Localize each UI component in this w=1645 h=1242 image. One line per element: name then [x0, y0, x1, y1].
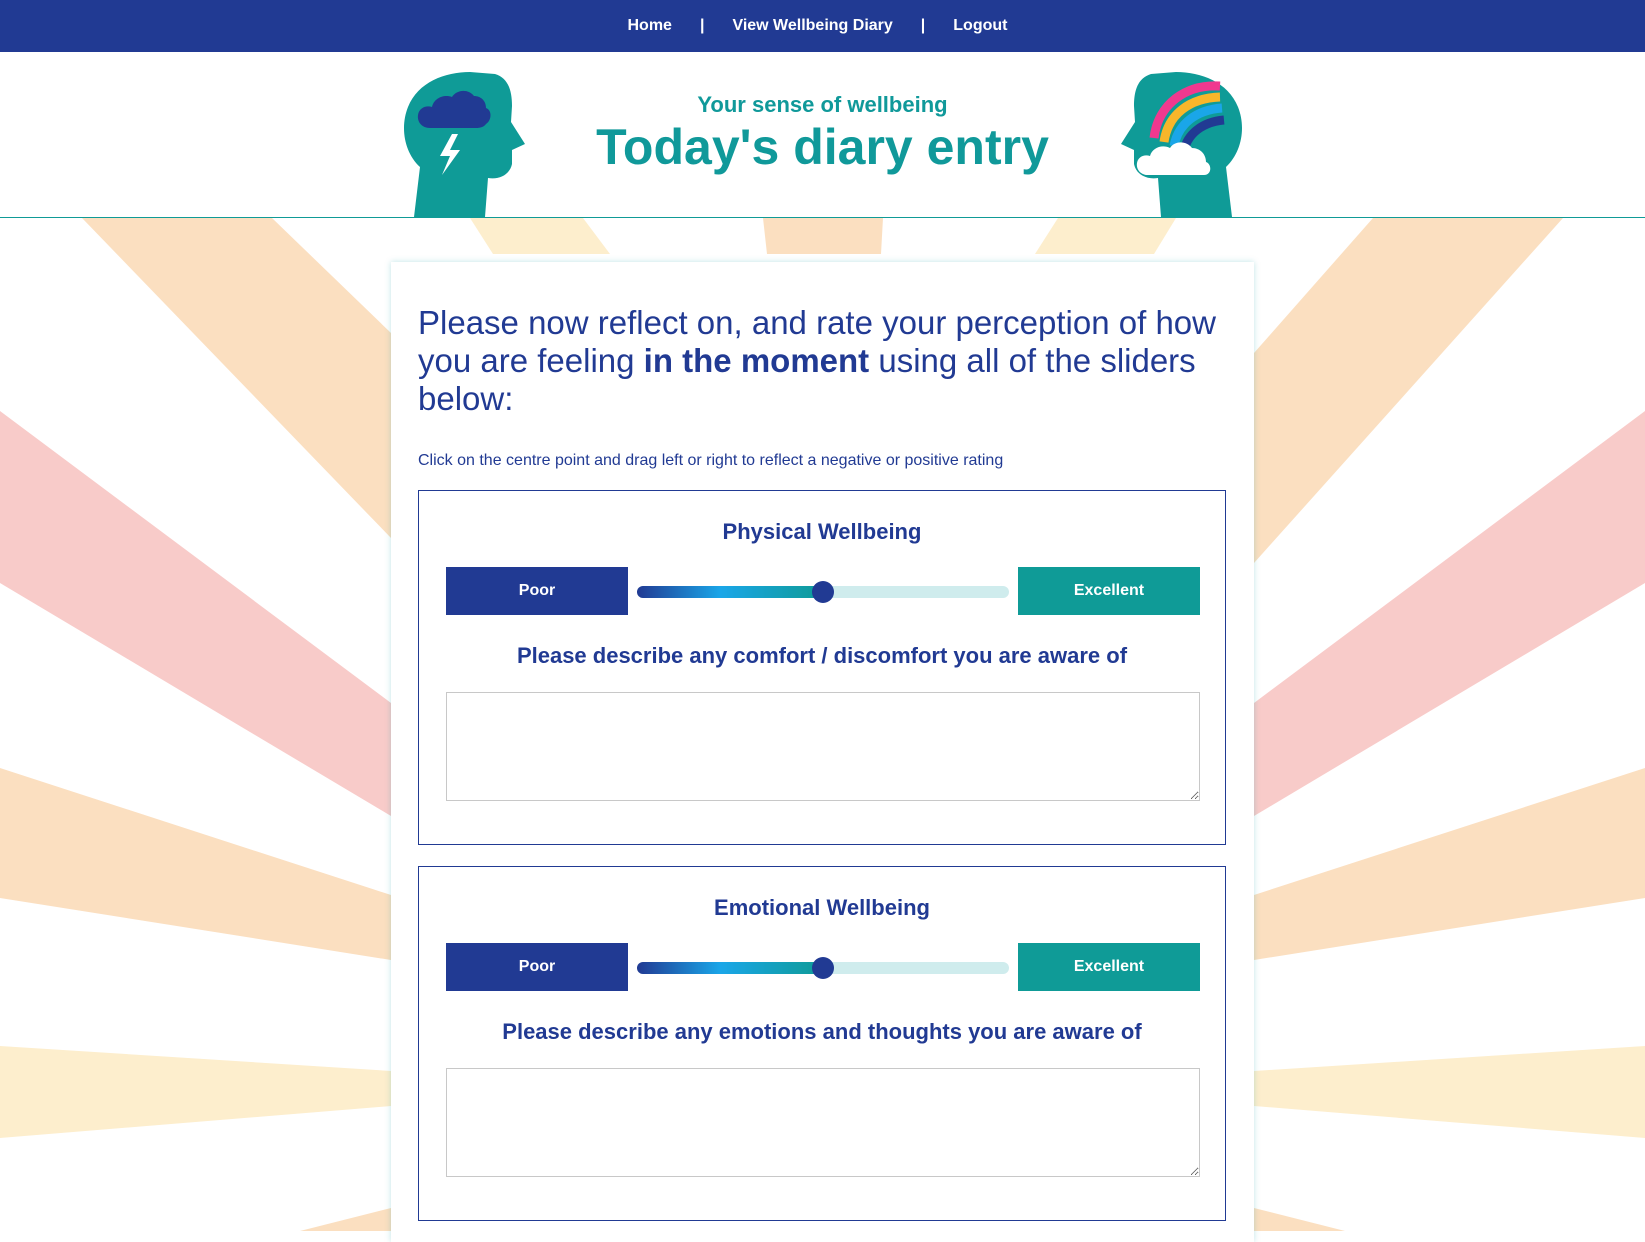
page-title: Today's diary entry [596, 119, 1049, 175]
slider-thumb[interactable] [812, 581, 834, 603]
emotional-wellbeing-section: Emotional Wellbeing Poor Excellent Pleas… [418, 866, 1226, 1221]
slider-fill [637, 586, 823, 598]
nav-separator: | [920, 17, 926, 34]
poor-button[interactable]: Poor [446, 943, 628, 991]
section-question: Please describe any emotions and thought… [502, 1019, 1142, 1044]
section-question: Please describe any comfort / discomfort… [516, 643, 1128, 668]
head-rainbow-icon [1121, 72, 1242, 217]
comfort-description-field[interactable] [446, 692, 1200, 801]
nav-separator: | [699, 17, 705, 34]
poor-button[interactable]: Poor [446, 567, 628, 615]
page-subtitle: Your sense of wellbeing [697, 92, 948, 117]
physical-wellbeing-slider[interactable] [637, 581, 1009, 603]
intro-text: Please now reflect on, and rate your per… [418, 304, 1218, 418]
slider-thumb[interactable] [812, 957, 834, 979]
emotional-wellbeing-slider[interactable] [637, 957, 1009, 979]
diary-entry-card: Please now reflect on, and rate your per… [391, 262, 1254, 1242]
intro-text-emphasis: in the moment [643, 342, 870, 379]
section-title: Emotional Wellbeing [714, 895, 930, 920]
nav-logout-link[interactable]: Logout [953, 17, 1007, 35]
emotions-description-field[interactable] [446, 1068, 1200, 1177]
nav-links: Home | View Wellbeing Diary | Logout [628, 17, 1008, 35]
top-navigation: Home | View Wellbeing Diary | Logout [0, 0, 1645, 52]
section-title: Physical Wellbeing [722, 519, 922, 544]
slider-fill [637, 962, 823, 974]
physical-wellbeing-section: Physical Wellbeing Poor Excellent Please… [418, 490, 1226, 845]
nav-home-link[interactable]: Home [628, 17, 672, 35]
nav-diary-link[interactable]: View Wellbeing Diary [732, 17, 892, 35]
excellent-button[interactable]: Excellent [1018, 943, 1200, 991]
slider-hint: Click on the centre point and drag left … [418, 452, 1004, 469]
page-header: Your sense of wellbeing Today's diary en… [0, 52, 1645, 218]
excellent-button[interactable]: Excellent [1018, 567, 1200, 615]
